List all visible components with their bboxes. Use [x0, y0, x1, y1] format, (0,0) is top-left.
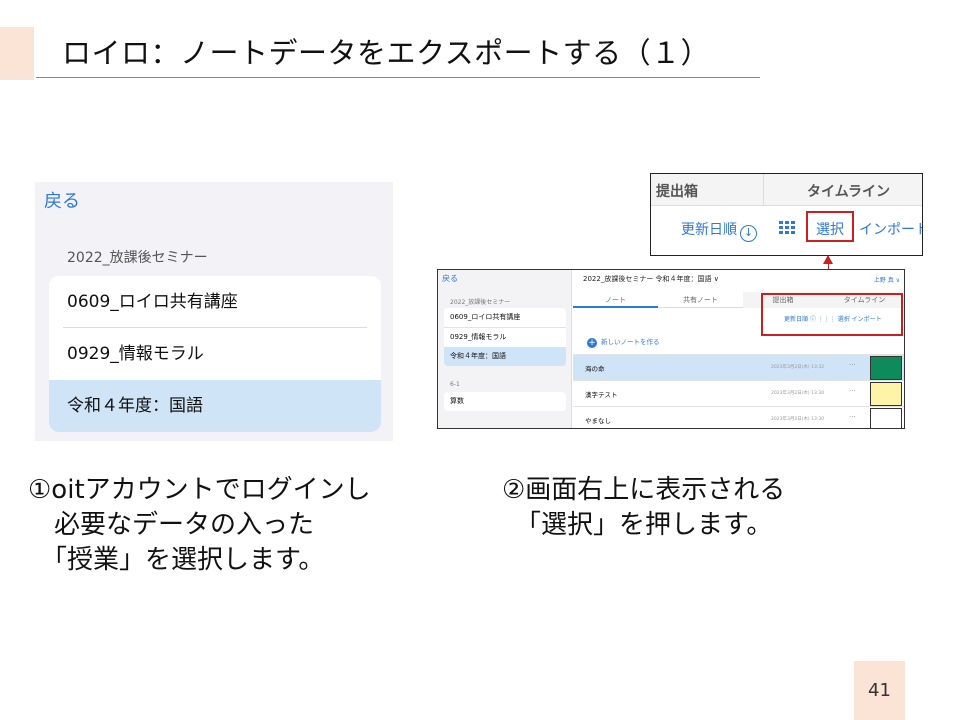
app-section-header: 2022_放課後セミナー	[450, 299, 511, 306]
step1-caption: ①oitアカウントでログインし 必要なデータの入った 「授業」を選択します。	[28, 475, 371, 575]
app-screenshot: 戻る 2022_放課後セミナー 0609_ロイロ共有講座 0929_情報モラル …	[437, 269, 905, 429]
tab-note[interactable]: ノート	[573, 292, 658, 308]
zoom-import-button[interactable]: インポート	[859, 219, 922, 239]
app-main: 2022_放課後セミナー 令和４年度：国語 ∨ 上野 真 ∨ ノート 共有ノート…	[573, 270, 904, 428]
note-name: 海の命	[585, 365, 605, 373]
app-sidebar: 戻る 2022_放課後セミナー 0609_ロイロ共有講座 0929_情報モラル …	[438, 270, 572, 428]
page-number: 41	[868, 680, 891, 701]
down-arrow-circle-icon: ↓	[740, 225, 757, 242]
back-link[interactable]: 戻る	[44, 187, 80, 213]
title-underline	[36, 77, 760, 78]
note-name: やまなし	[585, 417, 611, 425]
app-class-item-1[interactable]: 0609_ロイロ共有講座	[444, 308, 566, 327]
app-class-card-2: 算数	[444, 392, 566, 411]
toolbar-highlight-box	[761, 293, 903, 336]
note-date: 2023年3月2日(木) 13:30	[771, 417, 825, 422]
app-class-item-2[interactable]: 0929_情報モラル	[444, 327, 566, 346]
app-main-title[interactable]: 2022_放課後セミナー 令和４年度：国語 ∨	[583, 274, 719, 284]
callout-arrow-head	[823, 255, 833, 264]
note-thumbnail[interactable]	[870, 408, 902, 428]
note-row[interactable]: 海の命 2023年3月2日(木) 13:32 ···	[573, 354, 904, 380]
new-note-label: 新しいノートを作る	[601, 338, 660, 346]
app-user-menu[interactable]: 上野 真 ∨	[874, 275, 900, 284]
app-class-item-math[interactable]: 算数	[450, 392, 464, 411]
class-list-card: 0609_ロイロ共有講座 0929_情報モラル 令和４年度：国語	[49, 276, 381, 432]
tab-shared-note[interactable]: 共有ノート	[658, 292, 743, 308]
step2-caption: ②画面右上に表示される 「選択」を押します。	[502, 475, 786, 540]
note-row[interactable]: やまなし 2023年3月2日(木) 13:30 ···	[573, 406, 904, 428]
class-item-selected[interactable]: 令和４年度：国語	[49, 380, 381, 432]
app-back-link[interactable]: 戻る	[442, 273, 458, 284]
zoom-sort-label: 更新日順	[681, 222, 737, 238]
title-accent-bar	[0, 27, 34, 80]
plus-icon: +	[587, 338, 597, 348]
app-class-item-selected[interactable]: 令和４年度：国語	[444, 347, 566, 366]
app-section-header-2: 6-1	[450, 381, 460, 388]
zoom-callout: 提出箱 タイムライン 更新日順 ↓ 選択 インポート	[650, 173, 923, 256]
section-header: 2022_放課後セミナー	[67, 250, 208, 266]
zoom-tab-submit[interactable]: 提出箱	[656, 181, 698, 201]
grid-icon[interactable]	[779, 221, 796, 235]
app-class-card: 0609_ロイロ共有講座 0929_情報モラル 令和４年度：国語	[444, 308, 566, 366]
class-list-screenshot: 戻る 2022_放課後セミナー 0609_ロイロ共有講座 0929_情報モラル …	[35, 182, 393, 441]
note-date: 2023年3月2日(木) 13:30	[771, 391, 825, 396]
more-icon[interactable]: ···	[849, 413, 856, 421]
zoom-sort-button[interactable]: 更新日順 ↓	[681, 219, 757, 242]
note-row[interactable]: 漢字テスト 2023年3月2日(木) 13:30 ···	[573, 380, 904, 406]
note-date: 2023年3月2日(木) 13:32	[771, 365, 825, 370]
class-item-1[interactable]: 0609_ロイロ共有講座	[49, 276, 381, 328]
zoom-tab-timeline[interactable]: タイムライン	[807, 181, 890, 201]
slide-title: ロイロ：ノートデータをエクスポートする（１）	[62, 36, 711, 70]
note-name: 漢字テスト	[585, 391, 618, 399]
class-item-2[interactable]: 0929_情報モラル	[49, 328, 381, 380]
note-thumbnail[interactable]	[870, 356, 902, 380]
more-icon[interactable]: ···	[849, 361, 856, 369]
zoom-select-button[interactable]: 選択	[816, 219, 844, 239]
new-note-button[interactable]: + 新しいノートを作る	[587, 336, 660, 348]
note-thumbnail[interactable]	[870, 382, 902, 406]
more-icon[interactable]: ···	[849, 387, 856, 395]
